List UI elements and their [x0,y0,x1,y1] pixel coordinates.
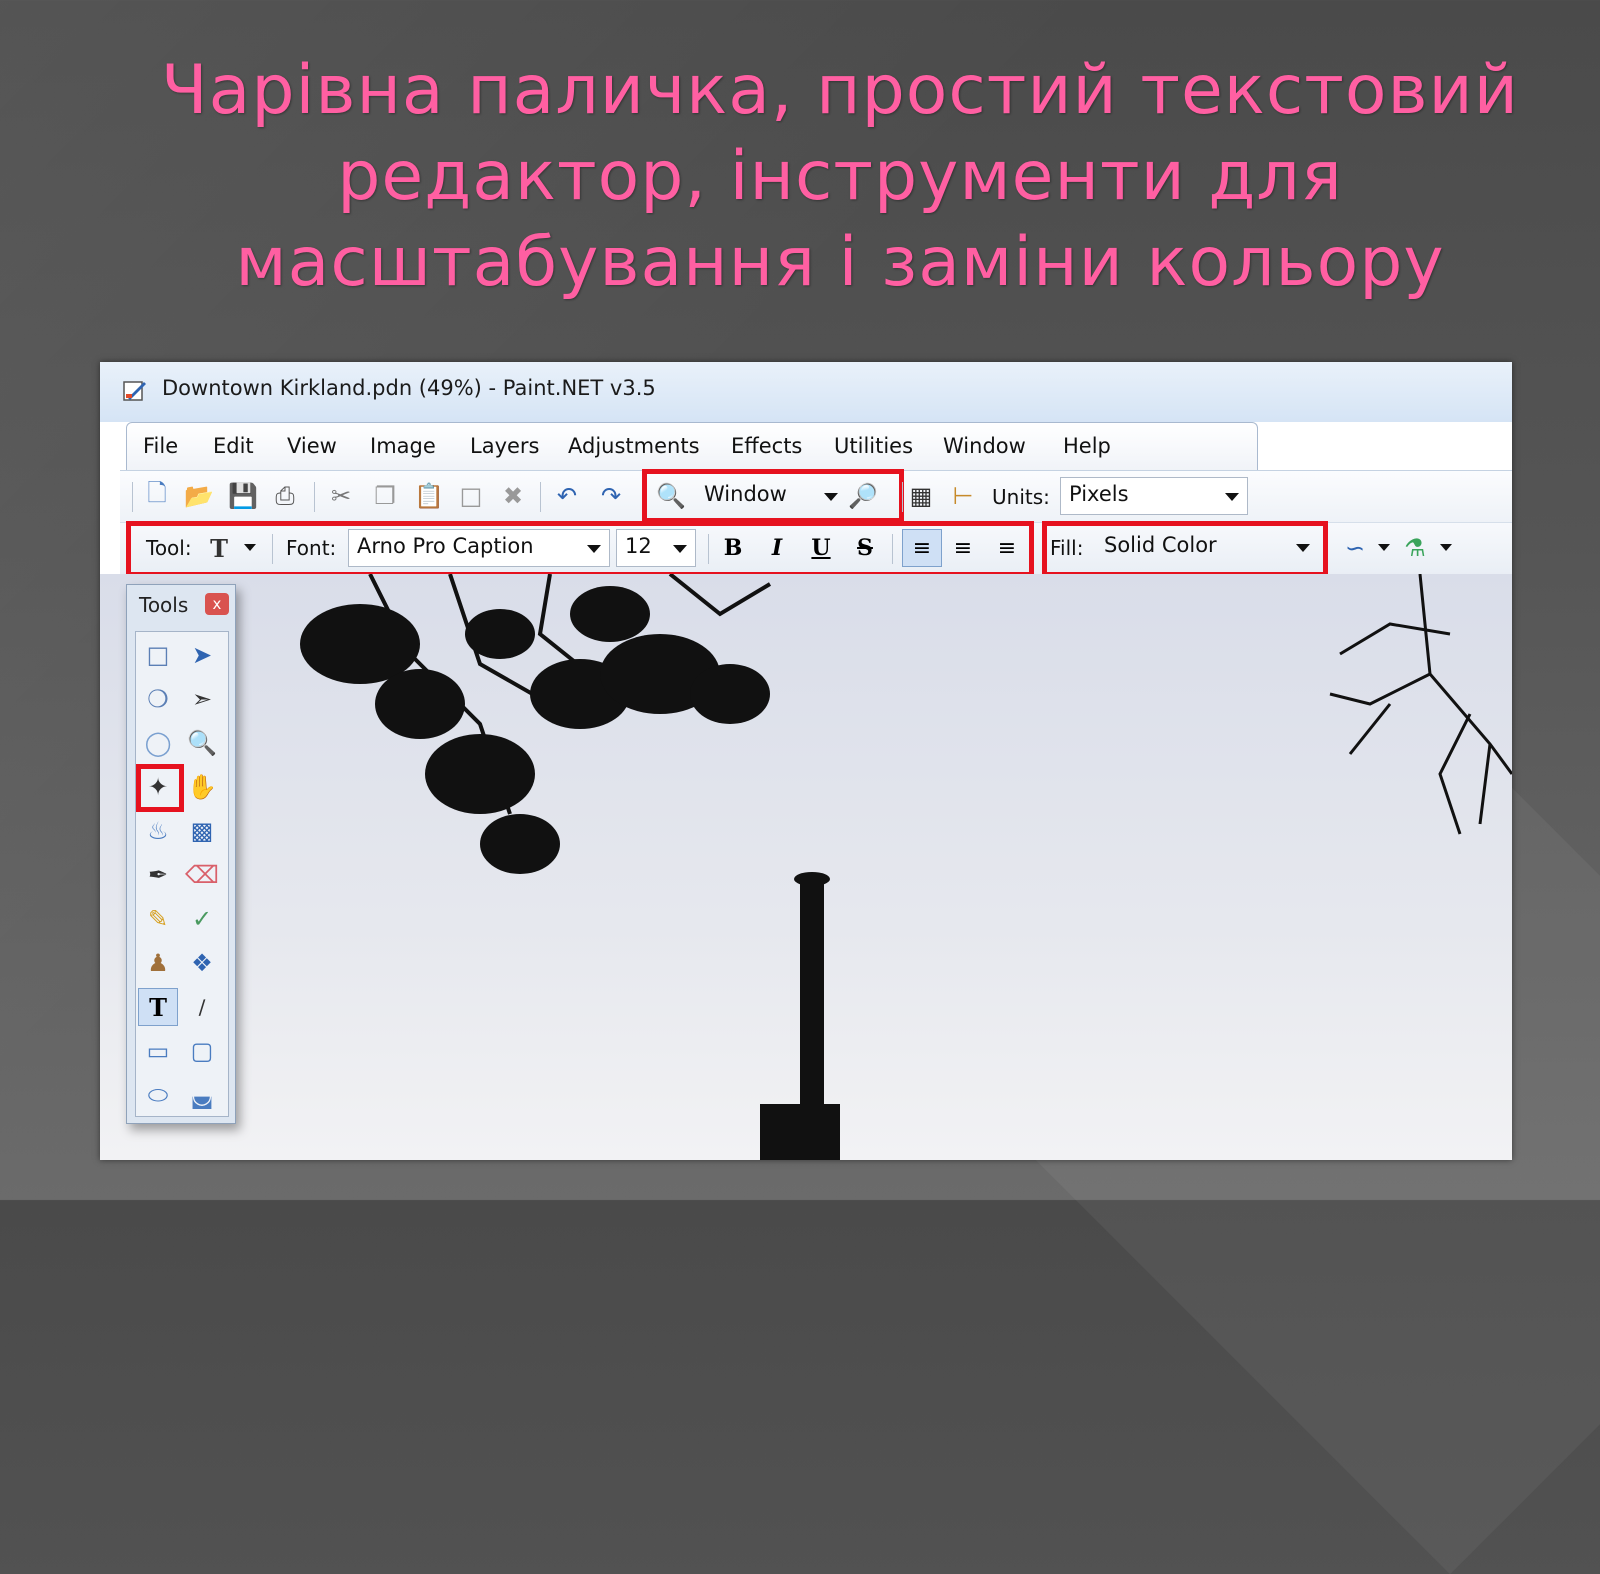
title-line-3: масштабування і заміни кольору [235,223,1445,302]
antialiasing-icon[interactable]: ∽ [1340,533,1370,563]
line-curve-icon[interactable]: ∕ [182,988,222,1026]
tools-panel: Tools x □ ➤ ❍ ➣ ◯ 🔍 ✦ ✋ ♨ ▩ ✒ ⌫ ✎ ✓ ♟ ❖ … [126,584,236,1124]
magic-wand-highlight-box [136,764,184,812]
text-tool-button[interactable]: T [138,988,178,1026]
crop-icon[interactable]: □ [456,481,486,511]
redo-icon[interactable]: ↷ [596,481,626,511]
paste-icon[interactable]: 📋 [414,481,444,511]
tools-close-button[interactable]: x [205,593,229,615]
pan-hand-icon[interactable]: ✋ [182,768,222,806]
slide-title: Чарівна паличка, простий текстовий редак… [160,48,1520,306]
paintnet-screenshot: Downtown Kirkland.pdn (49%) - Paint.NET … [100,362,1512,1160]
menu-help[interactable]: Help [1063,434,1111,458]
main-toolbar: 🗋 📂 💾 ⎙ ✂ ❐ 📋 □ ✖ ↶ ↷ 🔍 Window 🔎 ▦ ⊢ Uni… [120,469,1512,523]
menu-bar: File Edit View Image Layers Adjustments … [126,422,1258,471]
chevron-down-icon[interactable] [1378,544,1390,551]
toolbar-separator [540,482,541,512]
rectangle-shape-icon[interactable]: ▭ [138,1032,178,1070]
chevron-down-icon [1225,493,1239,501]
blend-mode-flask-icon[interactable]: ⚗ [1400,533,1430,563]
paint-bucket-icon[interactable]: ♨ [138,812,178,850]
ellipse-select-icon[interactable]: ◯ [138,724,178,762]
tree-branches-left [300,574,772,874]
menu-image[interactable]: Image [370,434,436,458]
menu-adjustments[interactable]: Adjustments [568,434,700,458]
print-icon[interactable]: ⎙ [270,481,300,511]
rounded-rectangle-icon[interactable]: ▢ [182,1032,222,1070]
gradient-icon[interactable]: ▩ [182,812,222,850]
title-line-1: Чарівна паличка, простий текстовий [161,51,1519,130]
tools-grid: □ ➤ ❍ ➣ ◯ 🔍 ✦ ✋ ♨ ▩ ✒ ⌫ ✎ ✓ ♟ ❖ T ∕ ▭ ▢ … [135,631,229,1117]
zoom-tool-icon[interactable]: 🔍 [182,724,222,762]
lasso-select-icon[interactable]: ❍ [138,680,178,718]
paintnet-app-icon [123,381,146,401]
title-line-2: редактор, інструменти для [337,137,1343,216]
copy-icon[interactable]: ❐ [370,481,400,511]
menu-view[interactable]: View [287,434,337,458]
chevron-down-icon[interactable] [1440,544,1452,551]
move-selection-icon[interactable]: ➤ [182,636,222,674]
tools-panel-title: Tools [139,593,189,617]
menu-window[interactable]: Window [943,434,1026,458]
toolbar-separator [902,482,903,512]
menu-file[interactable]: File [143,434,178,458]
pole-base [760,1104,840,1160]
window-title: Downtown Kirkland.pdn (49%) - Paint.NET … [162,376,656,400]
units-value: Pixels [1069,482,1129,506]
rulers-icon[interactable]: ⊢ [948,481,978,511]
new-file-icon[interactable]: 🗋 [142,479,172,511]
menu-layers[interactable]: Layers [470,434,540,458]
color-picker-icon[interactable]: ✓ [182,900,222,938]
toolbar-separator [314,482,315,512]
tools-panel-header[interactable]: Tools x [127,585,235,623]
move-selected-icon[interactable]: ➣ [182,680,222,718]
menu-edit[interactable]: Edit [213,434,254,458]
recolor-icon[interactable]: ❖ [182,944,222,982]
cut-icon[interactable]: ✂ [326,481,356,511]
open-file-icon[interactable]: 📂 [184,481,214,511]
undo-icon[interactable]: ↶ [552,481,582,511]
menu-effects[interactable]: Effects [731,434,802,458]
freeform-shape-icon[interactable]: ◛ [182,1076,222,1114]
toolbar-separator [132,482,133,512]
window-titlebar[interactable]: Downtown Kirkland.pdn (49%) - Paint.NET … [100,362,1512,422]
fill-highlight-box [1042,521,1328,577]
pencil-icon[interactable]: ✎ [138,900,178,938]
tree-branches-right [1329,574,1512,835]
zoom-highlight-box [642,469,904,523]
save-icon[interactable]: 💾 [228,481,258,511]
eraser-icon[interactable]: ⌫ [182,856,222,894]
grid-icon[interactable]: ▦ [906,481,936,511]
image-canvas[interactable] [100,574,1512,1160]
clone-stamp-icon[interactable]: ♟ [138,944,178,982]
deselect-icon[interactable]: ✖ [498,481,528,511]
units-label: Units: [992,485,1050,509]
units-combo[interactable]: Pixels [1060,477,1248,515]
menu-utilities[interactable]: Utilities [834,434,913,458]
ellipse-shape-icon[interactable]: ⬭ [138,1076,178,1114]
paintbrush-icon[interactable]: ✒ [138,856,178,894]
rectangle-select-icon[interactable]: □ [138,636,178,674]
tool-options-toolbar: Tool: T Font: Arno Pro Caption 12 B I U … [120,521,1512,577]
text-options-highlight-box [126,521,1034,577]
